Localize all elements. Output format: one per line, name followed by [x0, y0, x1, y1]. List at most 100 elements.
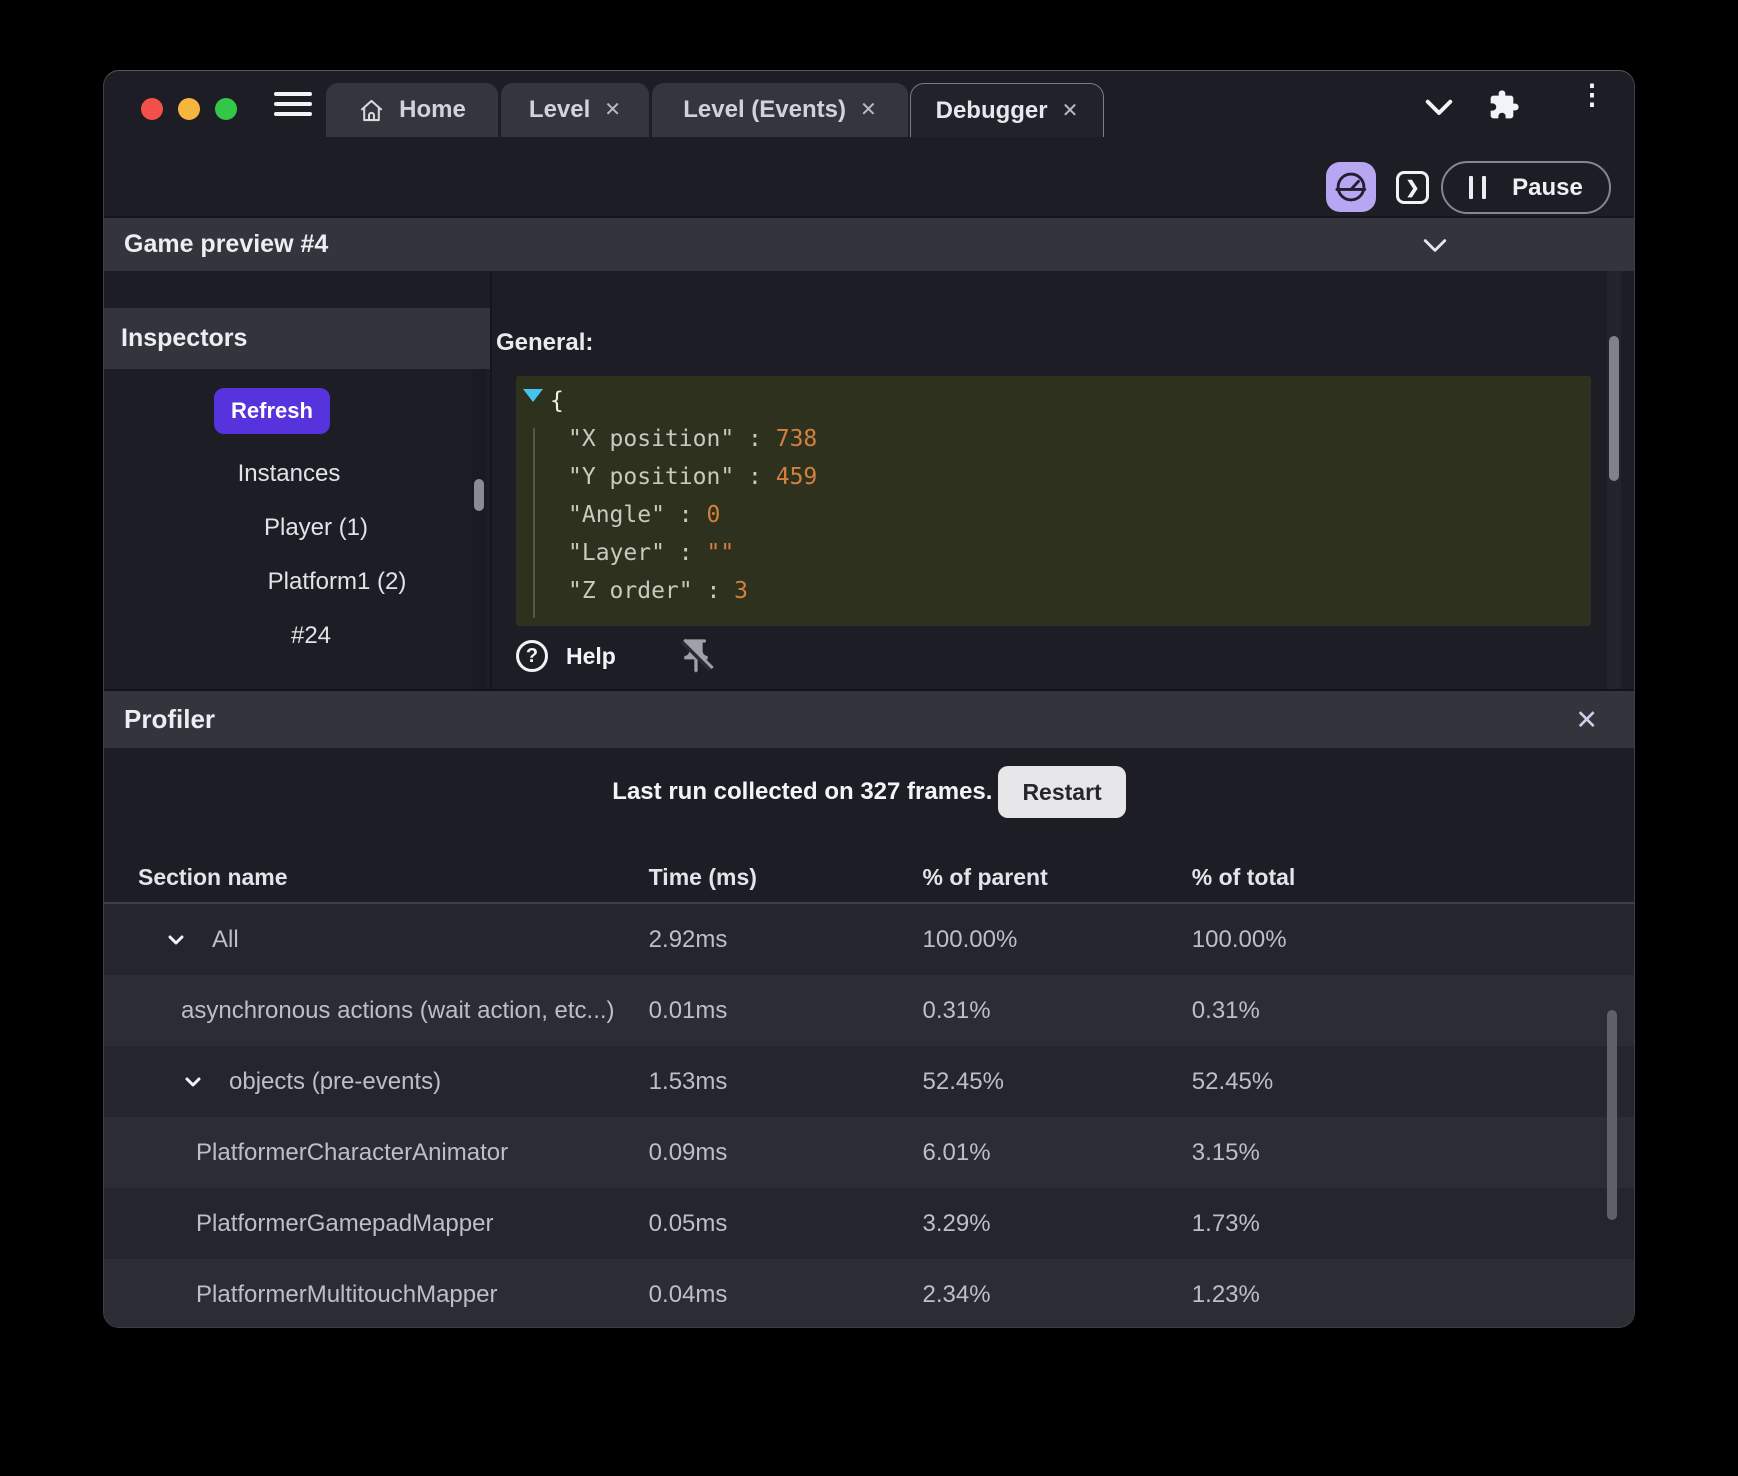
json-inspector: { "X position" : 738"Y position" : 459"A… [516, 376, 1591, 626]
console-button[interactable]: ❯ [1396, 171, 1429, 204]
percent-of-parent: 3.29% [923, 1210, 1192, 1238]
help-row: ? Help [516, 633, 716, 679]
tab-label: Home [399, 96, 466, 124]
column-header-percent-total: % of total [1192, 864, 1634, 891]
extensions-icon[interactable] [1488, 89, 1520, 121]
json-property-line: "X position" : 738 [516, 420, 1591, 458]
help-label[interactable]: Help [566, 643, 616, 670]
gauge-icon [1333, 169, 1369, 205]
pause-icon [1469, 176, 1486, 199]
inspectors-scrollbar-track[interactable] [472, 369, 486, 689]
section-name: objects (pre-events) [229, 1068, 441, 1096]
profiler-panel: Last run collected on 327 frames. Restar… [104, 748, 1634, 1328]
inspector-tree-item[interactable]: Player (1) [131, 501, 501, 555]
pause-button[interactable]: Pause [1441, 161, 1611, 214]
tab-debugger[interactable]: Debugger ✕ [910, 83, 1104, 137]
column-header-percent-parent: % of parent [923, 864, 1192, 891]
profiler-title: Profiler [124, 704, 215, 735]
game-preview-title: Game preview #4 [124, 230, 328, 259]
time-value: 1.53ms [649, 1068, 923, 1096]
game-preview-header[interactable]: Game preview #4 [104, 216, 1634, 271]
tab-label: Debugger [936, 97, 1048, 125]
inspectors-title: Inspectors [121, 324, 247, 353]
profiler-header: Profiler ✕ [104, 689, 1634, 748]
profiler-status-row: Last run collected on 327 frames. Restar… [104, 764, 1634, 820]
column-header-section-name: Section name [104, 864, 649, 891]
percent-of-parent: 0.31% [923, 997, 1192, 1025]
window-close-button[interactable] [141, 98, 163, 120]
time-value: 0.05ms [649, 1210, 923, 1238]
tab-label: Level [529, 96, 590, 124]
profiler-row: PlatformerMultitouchMapper 0.04ms2.34%1.2… [104, 1259, 1634, 1328]
panel-divider [490, 271, 492, 689]
json-property-line: "Angle" : 0 [516, 496, 1591, 534]
general-scrollbar-thumb[interactable] [1609, 336, 1619, 481]
inspector-tree-item[interactable]: #24 [126, 609, 496, 663]
section-name: PlatformerCharacterAnimator [196, 1139, 508, 1167]
inspector-tree-item[interactable]: Platform1 (2) [152, 555, 522, 609]
prompt-icon: ❯ [1405, 178, 1419, 198]
tab-close-icon[interactable]: ✕ [1062, 101, 1079, 121]
general-section-title: General: [496, 329, 593, 357]
time-value: 0.01ms [649, 997, 923, 1025]
pin-off-icon[interactable] [676, 636, 716, 676]
json-property-line: "Y position" : 459 [516, 458, 1591, 496]
tab-level[interactable]: Level ✕ [501, 83, 649, 137]
percent-of-total: 100.00% [1192, 926, 1634, 954]
percent-of-total: 1.23% [1192, 1281, 1634, 1309]
window-zoom-button[interactable] [215, 98, 237, 120]
profiler-rows: All2.92ms100.00%100.00%asynchronous acti… [104, 904, 1634, 1328]
percent-of-parent: 6.01% [923, 1139, 1192, 1167]
percent-of-total: 3.15% [1192, 1139, 1634, 1167]
json-open-brace: { [516, 382, 1591, 420]
tab-home[interactable]: Home [326, 83, 498, 137]
profiler-toggle-button[interactable] [1326, 162, 1376, 212]
window-minimize-button[interactable] [178, 98, 200, 120]
profiler-scrollbar-thumb[interactable] [1607, 1010, 1617, 1220]
tab-close-icon[interactable]: ✕ [860, 100, 877, 120]
row-chevron-icon[interactable] [164, 928, 188, 952]
tab-level-events[interactable]: Level (Events) ✕ [652, 83, 908, 137]
chevron-down-icon[interactable] [1422, 236, 1448, 256]
percent-of-total: 1.73% [1192, 1210, 1634, 1238]
profiler-row: objects (pre-events)1.53ms52.45%52.45% [104, 1046, 1634, 1117]
profiler-row: All2.92ms100.00%100.00% [104, 904, 1634, 975]
profiler-row: asynchronous actions (wait action, etc..… [104, 975, 1634, 1046]
menu-icon[interactable] [274, 92, 312, 120]
time-value: 2.92ms [649, 926, 923, 954]
profiler-row: PlatformerCharacterAnimator 0.09ms6.01%3.… [104, 1117, 1634, 1188]
kebab-menu-icon[interactable]: ⋮ [1578, 89, 1588, 123]
tab-close-icon[interactable]: ✕ [604, 100, 621, 120]
profiler-table: Section name Time (ms) % of parent % of … [104, 852, 1634, 1328]
percent-of-parent: 2.34% [923, 1281, 1192, 1309]
debugger-toolbar: ❯ Pause [104, 137, 1634, 216]
home-icon [358, 97, 385, 124]
profiler-row: PlatformerGamepadMapper 0.05ms3.29%1.73% [104, 1188, 1634, 1259]
section-name: PlatformerMultitouchMapper [196, 1281, 497, 1309]
inspector-tree-item[interactable]: Instances [104, 447, 474, 501]
chevron-down-icon[interactable] [1424, 95, 1454, 121]
pause-label: Pause [1512, 174, 1583, 202]
profiler-status-text: Last run collected on 327 frames. [612, 778, 992, 806]
inspector-tree: InstancesPlayer (1)Platform1 (2)#24 [104, 447, 474, 663]
time-value: 0.09ms [649, 1139, 923, 1167]
section-name: PlatformerGamepadMapper [196, 1210, 493, 1238]
percent-of-parent: 52.45% [923, 1068, 1192, 1096]
inspectors-header: Inspectors [104, 308, 490, 369]
debugger-window: Home Level ✕ Level (Events) ✕ Debugger ✕… [103, 70, 1635, 1328]
percent-of-total: 52.45% [1192, 1068, 1634, 1096]
column-header-time: Time (ms) [649, 864, 923, 891]
help-icon[interactable]: ? [516, 640, 548, 672]
json-property-line: "Layer" : "" [516, 534, 1591, 572]
percent-of-parent: 100.00% [923, 926, 1192, 954]
percent-of-total: 0.31% [1192, 997, 1634, 1025]
time-value: 0.04ms [649, 1281, 923, 1309]
refresh-button[interactable]: Refresh [214, 388, 330, 434]
restart-button[interactable]: Restart [998, 766, 1125, 818]
debugger-main: Inspectors Refresh InstancesPlayer (1)Pl… [104, 271, 1634, 689]
tab-bar: Home Level ✕ Level (Events) ✕ Debugger ✕… [104, 71, 1634, 137]
section-name: All [212, 926, 239, 954]
inspectors-scrollbar-thumb[interactable] [474, 479, 484, 511]
row-chevron-icon[interactable] [181, 1070, 205, 1094]
profiler-close-icon[interactable]: ✕ [1575, 705, 1598, 736]
